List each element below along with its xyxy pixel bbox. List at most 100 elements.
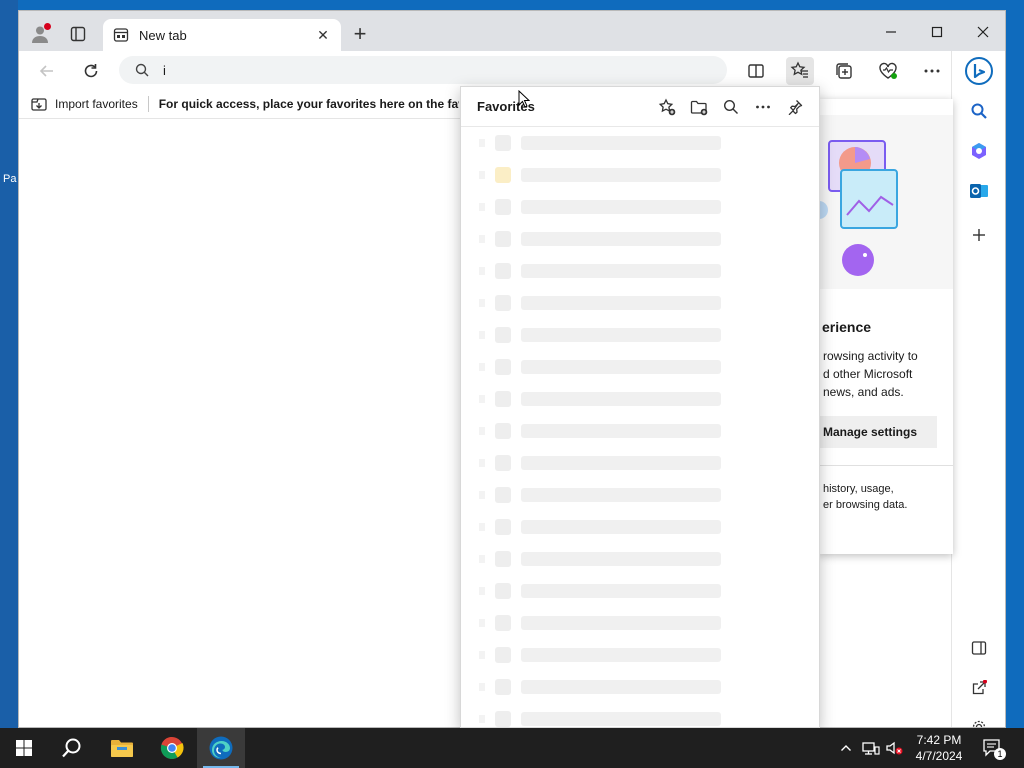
search-icon <box>135 63 149 77</box>
external-link-button[interactable] <box>965 674 993 702</box>
list-item[interactable] <box>461 415 819 447</box>
sidebar-settings-button[interactable] <box>965 713 993 727</box>
list-item[interactable] <box>461 543 819 575</box>
card-text-line: d other Microsoft <box>823 367 913 381</box>
address-input-value[interactable]: i <box>163 63 166 78</box>
external-link-icon <box>972 680 987 695</box>
import-favorites-button[interactable]: Import favorites <box>31 96 138 112</box>
favorites-bar-hint: For quick access, place your favorites h… <box>158 96 459 111</box>
list-item[interactable] <box>461 703 819 727</box>
desktop-icon-label[interactable]: Pa <box>3 173 16 185</box>
address-bar[interactable]: i <box>119 56 727 84</box>
chevron-right-icon <box>479 395 485 403</box>
taskbar-file-explorer[interactable] <box>98 728 146 768</box>
taskbar-edge[interactable] <box>197 728 245 768</box>
chevron-right-icon <box>479 299 485 307</box>
list-item[interactable] <box>461 319 819 351</box>
chevron-right-icon <box>479 555 485 563</box>
browser-essentials-button[interactable] <box>874 57 902 85</box>
sidebar-add-button[interactable] <box>965 221 993 249</box>
outlook-icon <box>970 184 988 198</box>
list-item[interactable] <box>461 447 819 479</box>
loading-placeholder <box>521 392 721 406</box>
minimize-button[interactable] <box>871 19 911 45</box>
clock-date: 4/7/2024 <box>915 749 963 763</box>
new-tab-button[interactable]: + <box>349 23 371 45</box>
list-item[interactable] <box>461 159 819 191</box>
card-text-line: er browsing data. <box>823 499 908 511</box>
tab-close-icon[interactable]: ✕ <box>315 27 331 43</box>
list-item[interactable] <box>461 511 819 543</box>
volume-button[interactable] <box>884 728 906 768</box>
folder-icon <box>495 391 511 407</box>
list-item[interactable] <box>461 127 819 159</box>
loading-placeholder <box>521 616 721 630</box>
notifications-button[interactable]: 1 <box>980 728 1006 768</box>
folder-icon <box>495 167 511 183</box>
add-favorite-button[interactable] <box>655 95 679 119</box>
card-divider <box>819 465 953 466</box>
manage-settings-button[interactable]: Manage settings <box>819 416 937 448</box>
search-favorites-button[interactable] <box>719 95 743 119</box>
loading-placeholder <box>521 232 721 246</box>
chevron-right-icon <box>479 139 485 147</box>
collections-button[interactable] <box>830 57 858 85</box>
back-button[interactable] <box>33 57 61 85</box>
taskbar-chrome[interactable] <box>148 728 196 768</box>
tab-new-tab[interactable]: New tab ✕ <box>103 19 341 51</box>
import-favorites-label: Import favorites <box>55 96 138 111</box>
sidebar-search-button[interactable] <box>965 97 993 125</box>
chevron-right-icon <box>479 683 485 691</box>
list-item[interactable] <box>461 191 819 223</box>
loading-placeholder <box>521 488 721 502</box>
folder-icon <box>495 615 511 631</box>
sidebar-outlook-button[interactable] <box>965 177 993 205</box>
more-options-button[interactable] <box>751 95 775 119</box>
close-window-button[interactable] <box>963 19 1003 45</box>
list-item[interactable] <box>461 671 819 703</box>
card-text-line: history, usage, <box>823 483 894 495</box>
profile-button[interactable] <box>27 21 53 47</box>
chevron-right-icon <box>479 491 485 499</box>
loading-placeholder <box>521 168 721 182</box>
loading-placeholder <box>521 584 721 598</box>
network-icon <box>862 742 880 755</box>
list-item[interactable] <box>461 223 819 255</box>
pin-favorites-button[interactable] <box>783 95 807 119</box>
split-screen-button[interactable] <box>742 57 770 85</box>
add-folder-button[interactable] <box>687 95 711 119</box>
settings-more-button[interactable] <box>918 57 946 85</box>
more-horizontal-icon <box>924 69 940 73</box>
taskbar: 7:42 PM 4/7/2024 1 <box>0 728 1024 768</box>
folder-icon <box>495 359 511 375</box>
list-item[interactable] <box>461 607 819 639</box>
list-item[interactable] <box>461 479 819 511</box>
folder-icon <box>495 551 511 567</box>
maximize-button[interactable] <box>917 19 957 45</box>
list-item[interactable] <box>461 287 819 319</box>
minimize-icon <box>886 31 896 33</box>
list-item[interactable] <box>461 639 819 671</box>
favorites-button[interactable] <box>786 57 814 85</box>
network-status-button[interactable] <box>860 728 882 768</box>
taskbar-clock[interactable]: 7:42 PM 4/7/2024 <box>906 732 972 764</box>
loading-placeholder <box>521 552 721 566</box>
hide-sidebar-button[interactable] <box>965 634 993 662</box>
list-item[interactable] <box>461 383 819 415</box>
copilot-button[interactable] <box>963 55 995 87</box>
list-item[interactable] <box>461 255 819 287</box>
show-hidden-icons-button[interactable] <box>836 728 856 768</box>
refresh-button[interactable] <box>77 57 105 85</box>
loading-placeholder <box>521 520 721 534</box>
start-button[interactable] <box>0 728 48 768</box>
back-arrow-icon <box>39 65 53 77</box>
taskbar-search-button[interactable] <box>48 728 96 768</box>
sidebar-microsoft365-button[interactable] <box>965 137 993 165</box>
list-item[interactable] <box>461 351 819 383</box>
folder-icon <box>495 199 511 215</box>
list-item[interactable] <box>461 575 819 607</box>
tab-actions-button[interactable] <box>67 23 89 45</box>
loading-placeholder <box>521 456 721 470</box>
loading-placeholder <box>521 712 721 726</box>
chrome-icon <box>160 736 184 760</box>
